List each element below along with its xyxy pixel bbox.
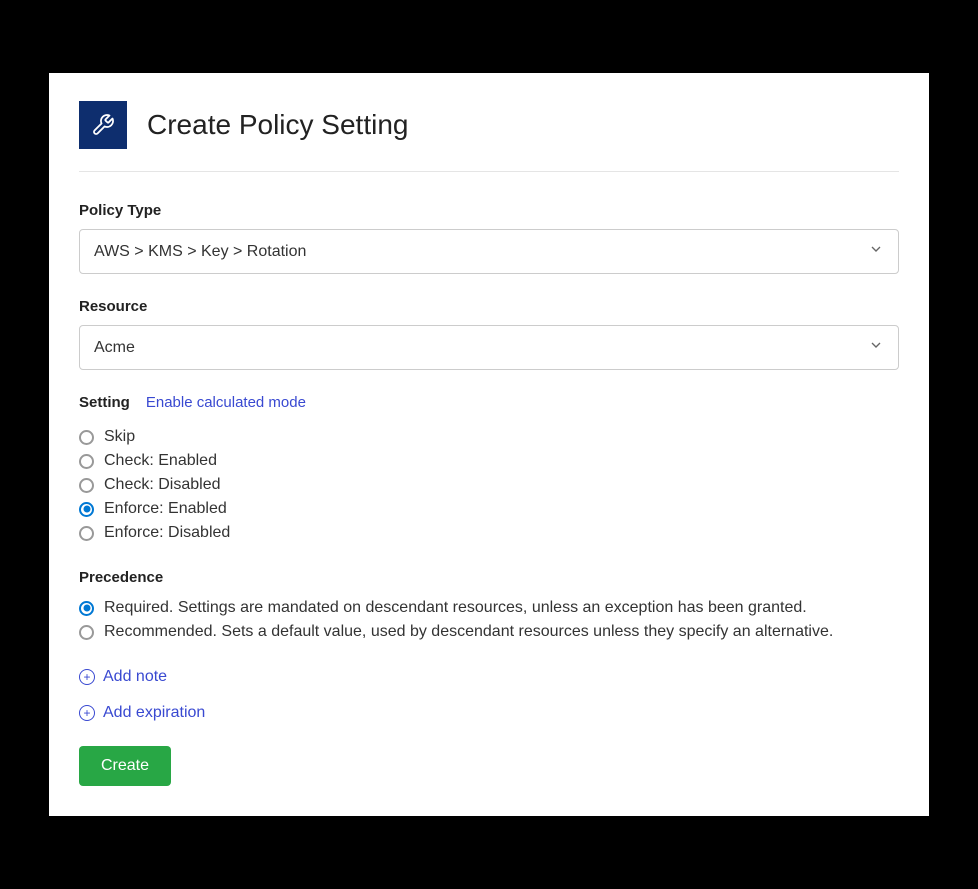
create-button[interactable]: Create: [79, 746, 171, 786]
radio-icon: [79, 454, 94, 469]
setting-option[interactable]: Skip: [79, 425, 899, 449]
create-policy-panel: Create Policy Setting Policy Type AWS > …: [49, 73, 929, 816]
setting-option-label: Check: Disabled: [104, 476, 221, 494]
radio-icon: [79, 478, 94, 493]
radio-icon: [79, 502, 94, 517]
radio-icon: [79, 526, 94, 541]
setting-option[interactable]: Enforce: Enabled: [79, 497, 899, 521]
radio-icon: [79, 430, 94, 445]
precedence-radio-group: Required. Settings are mandated on desce…: [79, 596, 899, 644]
chevron-down-icon: [868, 241, 884, 262]
setting-option-label: Enforce: Disabled: [104, 524, 230, 542]
add-expiration-link[interactable]: + Add expiration: [79, 704, 899, 722]
wrench-icon: [79, 101, 127, 149]
precedence-option-label: Required. Settings are mandated on desce…: [104, 599, 807, 617]
setting-option-label: Enforce: Enabled: [104, 500, 227, 518]
precedence-label: Precedence: [79, 569, 899, 586]
setting-option-label: Skip: [104, 428, 135, 446]
resource-label: Resource: [79, 298, 899, 315]
resource-value: Acme: [94, 339, 135, 357]
chevron-down-icon: [868, 337, 884, 358]
setting-radio-group: Skip Check: Enabled Check: Disabled Enforce…: [79, 425, 899, 545]
resource-select[interactable]: Acme: [79, 325, 899, 370]
precedence-option-label: Recommended. Sets a default value, used …: [104, 623, 833, 641]
plus-circle-icon: +: [79, 669, 95, 685]
radio-icon: [79, 601, 94, 616]
setting-option-label: Check: Enabled: [104, 452, 217, 470]
precedence-option[interactable]: Required. Settings are mandated on desce…: [79, 596, 899, 620]
policy-type-value: AWS > KMS > Key > Rotation: [94, 243, 306, 261]
radio-icon: [79, 625, 94, 640]
setting-label: Setting: [79, 394, 130, 411]
panel-header: Create Policy Setting: [79, 101, 899, 172]
policy-type-select[interactable]: AWS > KMS > Key > Rotation: [79, 229, 899, 274]
add-note-label: Add note: [103, 668, 167, 686]
plus-circle-icon: +: [79, 705, 95, 721]
setting-option[interactable]: Check: Disabled: [79, 473, 899, 497]
setting-header: Setting Enable calculated mode: [79, 394, 899, 411]
add-expiration-label: Add expiration: [103, 704, 205, 722]
add-note-link[interactable]: + Add note: [79, 668, 899, 686]
precedence-option[interactable]: Recommended. Sets a default value, used …: [79, 620, 899, 644]
setting-option[interactable]: Enforce: Disabled: [79, 521, 899, 545]
setting-option[interactable]: Check: Enabled: [79, 449, 899, 473]
policy-type-label: Policy Type: [79, 202, 899, 219]
page-title: Create Policy Setting: [147, 109, 408, 141]
enable-calculated-mode-link[interactable]: Enable calculated mode: [146, 394, 306, 411]
